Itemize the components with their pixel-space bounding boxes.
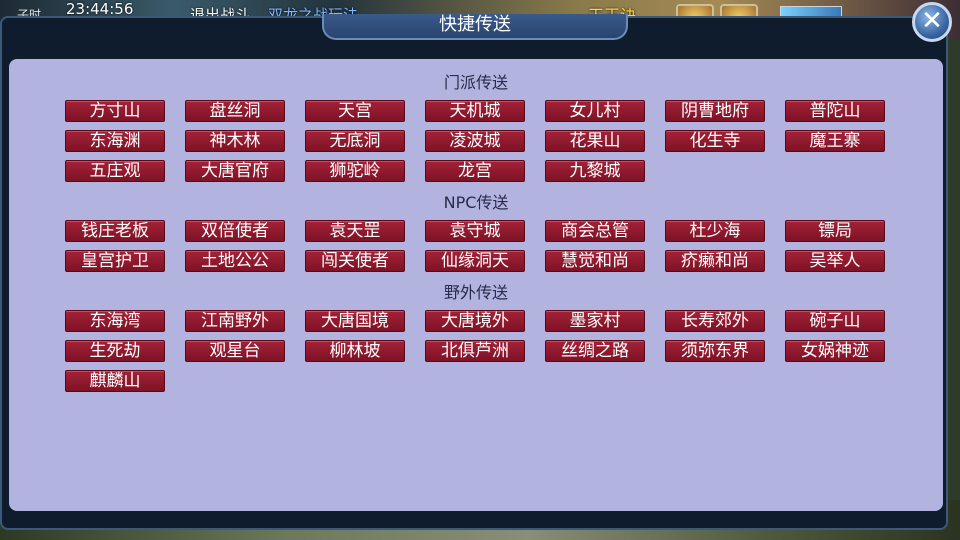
teleport-sect-button[interactable]: 凌波城 bbox=[425, 130, 525, 152]
teleport-sect-button[interactable]: 魔王寨 bbox=[785, 130, 885, 152]
teleport-sect-button[interactable]: 方寸山 bbox=[65, 100, 165, 122]
teleport-field-button[interactable]: 大唐境外 bbox=[425, 310, 525, 332]
teleport-sect-button[interactable]: 大唐官府 bbox=[185, 160, 285, 182]
teleport-npc-button[interactable]: 商会总管 bbox=[545, 220, 645, 242]
teleport-sect-button[interactable]: 女儿村 bbox=[545, 100, 645, 122]
teleport-npc-button[interactable]: 仙缘洞天 bbox=[425, 250, 525, 272]
teleport-sect-button[interactable]: 花果山 bbox=[545, 130, 645, 152]
teleport-sect-button[interactable]: 九黎城 bbox=[545, 160, 645, 182]
teleport-field-button[interactable]: 柳林坡 bbox=[305, 340, 405, 362]
close-icon[interactable]: ✕ bbox=[912, 2, 952, 42]
teleport-field-button[interactable]: 观星台 bbox=[185, 340, 285, 362]
teleport-npc-button[interactable]: 土地公公 bbox=[185, 250, 285, 272]
teleport-sect-button[interactable]: 五庄观 bbox=[65, 160, 165, 182]
teleport-sect-button[interactable]: 普陀山 bbox=[785, 100, 885, 122]
teleport-field-button[interactable]: 生死劫 bbox=[65, 340, 165, 362]
teleport-sect-button[interactable]: 天宫 bbox=[305, 100, 405, 122]
teleport-sect-button[interactable]: 化生寺 bbox=[665, 130, 765, 152]
section-title-sect: 门派传送 bbox=[443, 73, 508, 92]
teleport-npc-button[interactable]: 双倍使者 bbox=[185, 220, 285, 242]
teleport-sect-button[interactable]: 无底洞 bbox=[305, 130, 405, 152]
teleport-field-button[interactable]: 须弥东界 bbox=[665, 340, 765, 362]
teleport-field-button[interactable]: 大唐国境 bbox=[305, 310, 405, 332]
teleport-sect-button[interactable]: 天机城 bbox=[425, 100, 525, 122]
teleport-field-button[interactable]: 墨家村 bbox=[545, 310, 645, 332]
teleport-field-button[interactable]: 东海湾 bbox=[65, 310, 165, 332]
section-title-npc: NPC传送 bbox=[443, 193, 509, 212]
teleport-npc-button[interactable]: 吴举人 bbox=[785, 250, 885, 272]
section-title-field: 野外传送 bbox=[443, 283, 508, 302]
teleport-npc-button[interactable]: 慧觉和尚 bbox=[545, 250, 645, 272]
teleport-sect-button[interactable]: 龙宫 bbox=[425, 160, 525, 182]
teleport-npc-button[interactable]: 袁天罡 bbox=[305, 220, 405, 242]
teleport-sect-button[interactable]: 狮驼岭 bbox=[305, 160, 405, 182]
teleport-field-button[interactable]: 长寿郊外 bbox=[665, 310, 765, 332]
teleport-content: 门派传送 NPC传送 野外传送 方寸山 盘丝洞 天宫 天机城 女儿村 阴曹地府 普陀山东海渊… bbox=[9, 59, 943, 511]
teleport-field-button[interactable]: 碗子山 bbox=[785, 310, 885, 332]
teleport-npc-button[interactable]: 皇宫护卫 bbox=[65, 250, 165, 272]
teleport-npc-button[interactable]: 疥癞和尚 bbox=[665, 250, 765, 272]
panel-title: 快捷传送 bbox=[322, 14, 628, 40]
teleport-sect-button[interactable]: 神木林 bbox=[185, 130, 285, 152]
teleport-npc-button[interactable]: 闯关使者 bbox=[305, 250, 405, 272]
teleport-field-button[interactable]: 女娲神迹 bbox=[785, 340, 885, 362]
teleport-field-button[interactable]: 麒麟山 bbox=[65, 370, 165, 392]
teleport-npc-button[interactable]: 杜少海 bbox=[665, 220, 765, 242]
teleport-sect-button[interactable]: 阴曹地府 bbox=[665, 100, 765, 122]
teleport-field-button[interactable]: 江南野外 bbox=[185, 310, 285, 332]
teleport-sect-button[interactable]: 盘丝洞 bbox=[185, 100, 285, 122]
teleport-field-button[interactable]: 丝绸之路 bbox=[545, 340, 645, 362]
teleport-npc-button[interactable]: 镖局 bbox=[785, 220, 885, 242]
teleport-npc-button[interactable]: 钱庄老板 bbox=[65, 220, 165, 242]
teleport-npc-button[interactable]: 袁守城 bbox=[425, 220, 525, 242]
teleport-sect-button[interactable]: 东海渊 bbox=[65, 130, 165, 152]
teleport-field-button[interactable]: 北俱芦洲 bbox=[425, 340, 525, 362]
